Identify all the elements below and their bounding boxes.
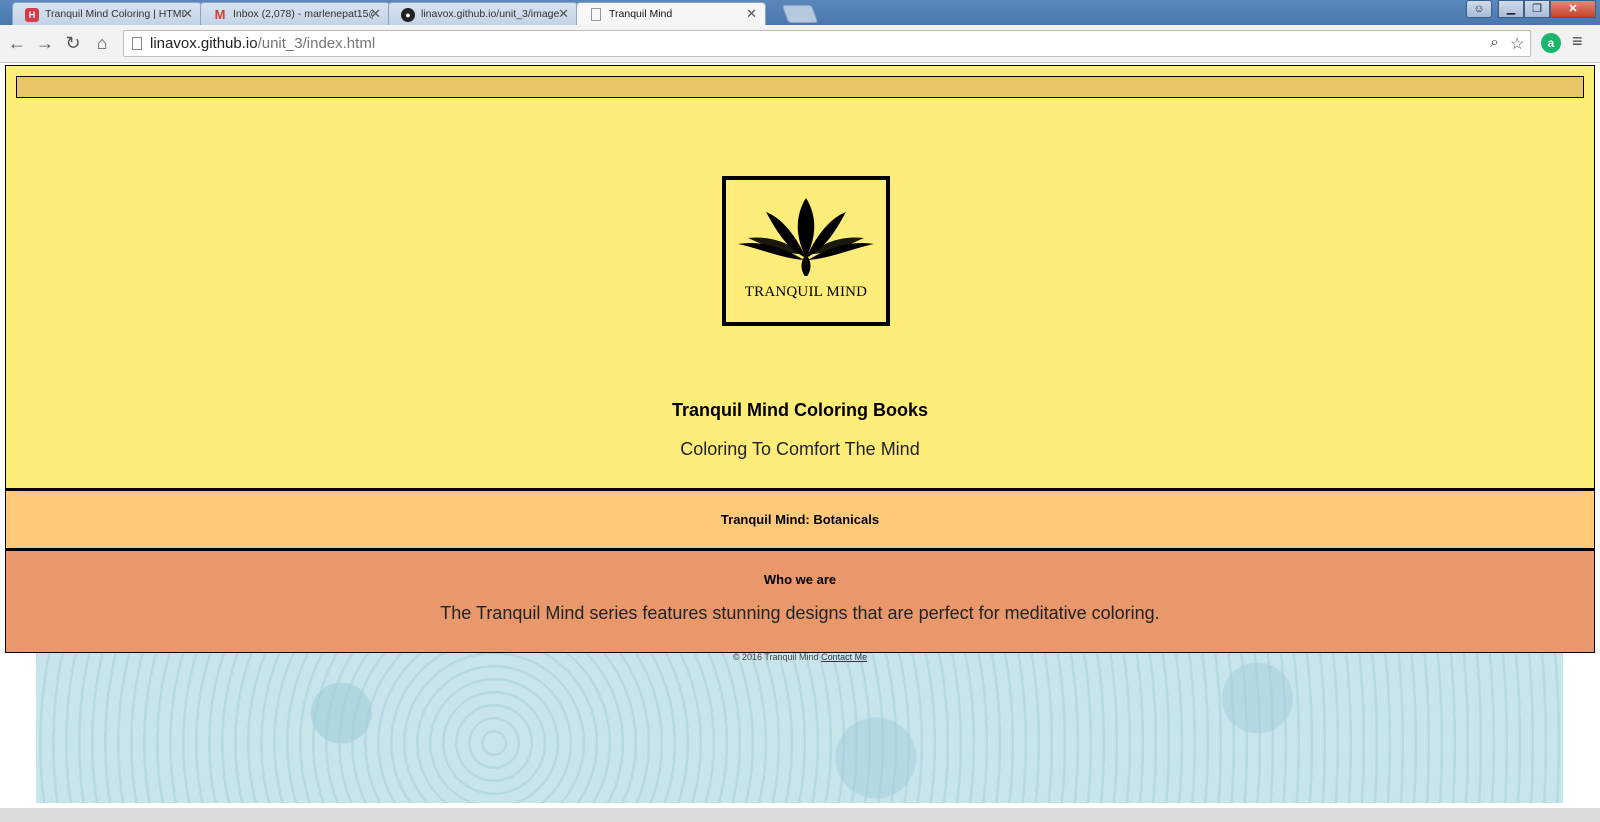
address-bar[interactable]: linavox.github.io/unit_3/index.html ⌕ ☆ bbox=[123, 30, 1531, 57]
chrome-menu-icon[interactable]: ≡ bbox=[1572, 31, 1583, 52]
extension-icon[interactable]: a bbox=[1541, 33, 1561, 53]
bookmark-star-icon[interactable]: ☆ bbox=[1510, 34, 1524, 54]
reload-icon[interactable]: ↻ bbox=[61, 31, 85, 55]
site-subtitle: Coloring To Comfort The Mind bbox=[680, 439, 920, 459]
url-host: linavox.github.io bbox=[150, 35, 258, 52]
tab-tranquil-mind-active[interactable]: Tranquil Mind ✕ bbox=[576, 2, 766, 25]
new-tab-button[interactable] bbox=[781, 5, 819, 23]
horizontal-scrollbar[interactable] bbox=[0, 808, 1600, 822]
background-pattern bbox=[36, 653, 1563, 803]
close-tab-icon[interactable]: ✕ bbox=[558, 6, 569, 22]
zoom-icon[interactable]: ⌕ bbox=[1490, 34, 1499, 52]
tab-gmail-inbox[interactable]: M Inbox (2,078) - marlenepat15@ ✕ bbox=[200, 2, 390, 25]
close-tab-icon[interactable]: ✕ bbox=[370, 6, 381, 22]
github-icon: ● bbox=[401, 8, 415, 22]
site-logo: TRANQUIL MIND bbox=[722, 176, 890, 326]
browser-tab-strip: H Tranquil Mind Coloring | HTML ✕ M Inbo… bbox=[0, 0, 1600, 25]
close-tab-icon[interactable]: ✕ bbox=[746, 6, 757, 22]
browser-toolbar: ← → ↻ ⌂ linavox.github.io/unit_3/index.h… bbox=[0, 25, 1600, 63]
restore-button[interactable]: ❐ bbox=[1524, 0, 1550, 18]
lotus-icon bbox=[738, 198, 874, 276]
close-window-button[interactable]: ✕ bbox=[1550, 0, 1596, 18]
tab-label: Tranquil Mind Coloring | HTML bbox=[45, 8, 185, 20]
tab-label: linavox.github.io/unit_3/image bbox=[421, 8, 560, 20]
site-title: Tranquil Mind Coloring Books bbox=[672, 400, 928, 420]
close-tab-icon[interactable]: ✕ bbox=[182, 6, 193, 22]
html-favicon-icon: H bbox=[25, 8, 39, 22]
about-section: Who we are The Tranquil Mind series feat… bbox=[5, 549, 1595, 653]
page-icon bbox=[591, 8, 601, 21]
nav-bar bbox=[16, 76, 1584, 98]
copyright-text: © 2016 Tranquil Mind bbox=[732, 652, 819, 662]
forward-icon[interactable]: → bbox=[33, 31, 57, 55]
tab-label: Inbox (2,078) - marlenepat15@ bbox=[233, 8, 373, 20]
home-icon[interactable]: ⌂ bbox=[90, 31, 114, 55]
profile-icon[interactable]: ☺ bbox=[1466, 0, 1492, 18]
tab-github-images[interactable]: ● linavox.github.io/unit_3/image ✕ bbox=[388, 2, 578, 25]
back-icon[interactable]: ← bbox=[5, 31, 29, 55]
tab-label: Tranquil Mind bbox=[609, 8, 673, 20]
window-controls: ☺ ▁ ❐ ✕ bbox=[1466, 0, 1596, 18]
about-heading: Who we are bbox=[763, 572, 837, 587]
url-text: linavox.github.io/unit_3/index.html bbox=[150, 35, 375, 52]
site-header: TRANQUIL MIND Tranquil Mind Coloring Boo… bbox=[5, 65, 1595, 489]
books-heading: Tranquil Mind: Botanicals bbox=[720, 512, 880, 527]
logo-text: TRANQUIL MIND bbox=[744, 284, 868, 300]
page-info-icon[interactable] bbox=[132, 37, 142, 50]
gmail-icon: M bbox=[214, 7, 226, 22]
url-path: /unit_3/index.html bbox=[257, 35, 376, 52]
site-footer: © 2016 Tranquil Mind Contact Me bbox=[0, 652, 1600, 662]
tab-tranquil-mind-coloring-html[interactable]: H Tranquil Mind Coloring | HTML ✕ bbox=[12, 2, 202, 25]
contact-link[interactable]: Contact Me bbox=[821, 652, 867, 662]
minimize-button[interactable]: ▁ bbox=[1498, 0, 1524, 18]
books-section: Tranquil Mind: Botanicals bbox=[5, 489, 1595, 549]
page-viewport: TRANQUIL MIND Tranquil Mind Coloring Boo… bbox=[0, 63, 1600, 822]
about-text: The Tranquil Mind series features stunni… bbox=[440, 603, 1160, 623]
